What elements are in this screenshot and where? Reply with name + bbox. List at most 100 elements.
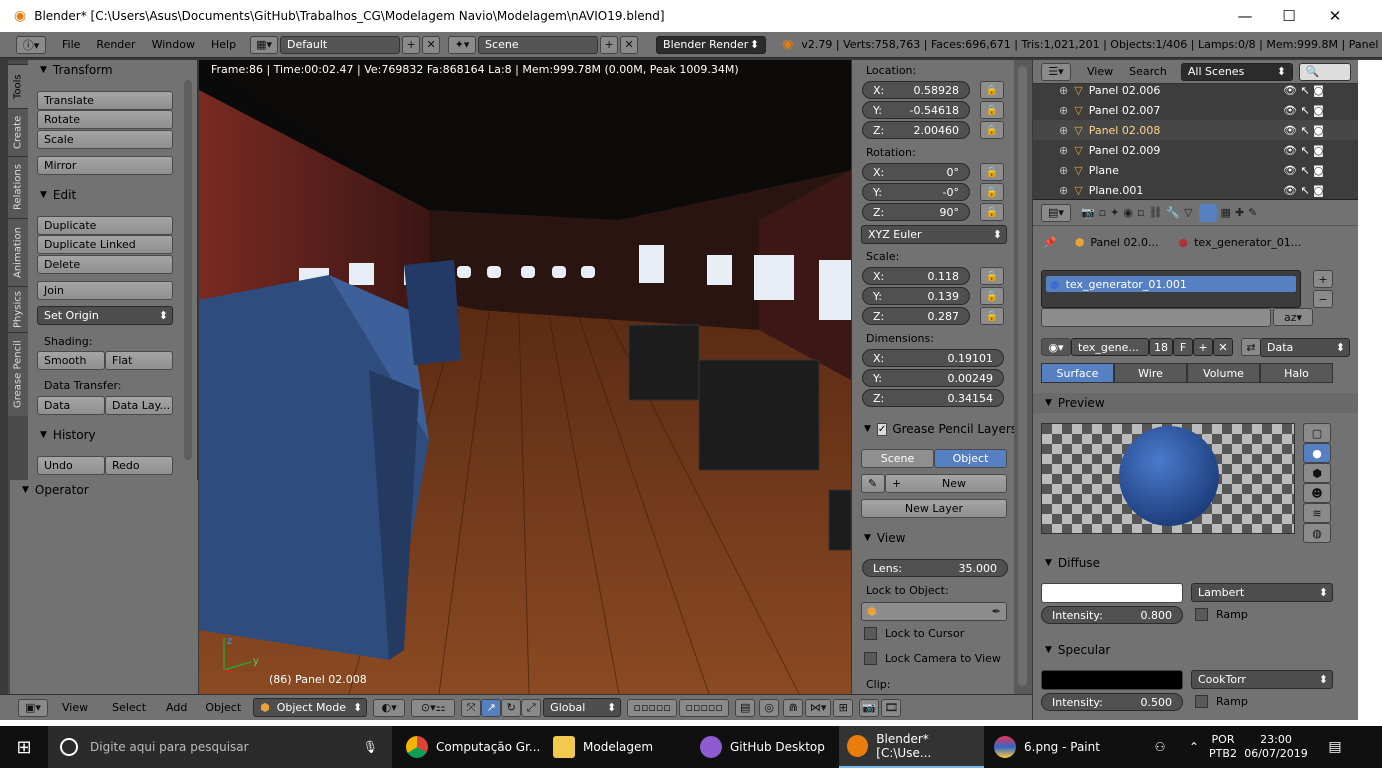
pin-icon[interactable]: 📌 (1043, 236, 1057, 249)
3d-viewport[interactable]: Frame:86 | Time:00:02.47 | Ve:769832 Fa:… (199, 60, 851, 694)
pivot-point-icon[interactable]: ⊙▾⚏ (411, 698, 456, 717)
menu-help[interactable]: Help (203, 38, 244, 51)
tab-tools[interactable]: Tools (8, 64, 28, 108)
delete-button[interactable]: Delete (37, 255, 173, 274)
lock-rotation-x-icon[interactable]: 🔒 (980, 163, 1004, 181)
more-context-icons[interactable]: ▦✚✎ (1221, 206, 1262, 219)
add-slot-icon[interactable]: + (1313, 270, 1333, 288)
outliner-search-input[interactable]: 🔍 (1298, 62, 1351, 81)
notifications-icon[interactable]: ▤ (1320, 726, 1350, 768)
lock-scale-z-icon[interactable]: 🔒 (980, 307, 1004, 325)
taskbar-app-blender[interactable]: Blender* [C:\Use... (839, 726, 984, 768)
dimensions-z-field[interactable]: Z: 0.34154 (862, 389, 1004, 407)
preview-panel-header[interactable]: ▼ Preview (1033, 393, 1358, 413)
specular-color-swatch[interactable] (1041, 670, 1183, 690)
snap-target-icon[interactable]: ⊞ (833, 698, 854, 717)
material-users-count[interactable]: 18 (1149, 338, 1173, 356)
outliner-search-menu[interactable]: Search (1129, 65, 1167, 78)
viewport-select-menu[interactable]: Select (112, 701, 146, 714)
taskbar-search-box[interactable]: Digite aqui para pesquisar 🎙 (48, 726, 392, 768)
diffuse-intensity-field[interactable]: Intensity: 0.800 (1041, 606, 1183, 624)
proportional-edit-icon[interactable]: ◎ (759, 698, 780, 717)
fake-user-toggle[interactable]: F (1173, 338, 1193, 356)
opengl-animation-icon[interactable]: 🎞 (881, 698, 902, 717)
undo-button[interactable]: Undo (37, 456, 105, 475)
viewport-shading-icon[interactable]: ◐▾ (373, 698, 406, 717)
transform-panel-header[interactable]: ▼ Transform (28, 60, 198, 80)
preview-sphere-icon[interactable]: ● (1303, 443, 1331, 463)
tab-animation[interactable]: Animation (8, 218, 28, 286)
gp-object-tab[interactable]: Object (934, 449, 1007, 468)
preview-plane-icon[interactable]: ▢ (1303, 423, 1331, 443)
dimensions-x-field[interactable]: X: 0.19101 (862, 349, 1004, 367)
render-engine-select[interactable]: Blender Render ⬍ (656, 35, 767, 54)
orientation-dropdown[interactable]: Global ⬍ (543, 698, 622, 717)
viewport-editor-icon[interactable]: ▣▾ (18, 698, 48, 717)
data-transfer-button[interactable]: Data (37, 396, 105, 415)
translate-button[interactable]: Translate (37, 91, 173, 110)
rotation-mode-dropdown[interactable]: XYZ Euler ⬍ (861, 225, 1007, 244)
lock-location-z-icon[interactable]: 🔒 (980, 121, 1004, 139)
taskbar-app-chrome[interactable]: Computação Gr... (398, 726, 543, 768)
unlink-material-icon[interactable]: ✕ (1213, 338, 1233, 356)
scene-field[interactable]: Scene (478, 35, 599, 54)
location-z-field[interactable]: Z: 2.00460 (862, 121, 970, 139)
lock-scale-x-icon[interactable]: 🔒 (980, 267, 1004, 285)
specular-intensity-field[interactable]: Intensity: 0.500 (1041, 693, 1183, 711)
diffuse-ramp-checkbox[interactable] (1195, 608, 1208, 621)
slot-filter-input[interactable] (1041, 308, 1271, 327)
scale-z-field[interactable]: Z: 0.287 (862, 307, 970, 325)
lock-object-field[interactable]: ⬢ ✒ (861, 602, 1007, 621)
data-layers-button[interactable]: Data Lay... (105, 396, 173, 415)
remove-scene-icon[interactable]: ✕ (620, 35, 639, 54)
lock-location-x-icon[interactable]: 🔒 (980, 81, 1004, 99)
preview-world-icon[interactable]: ◍ (1303, 523, 1331, 543)
tab-relations[interactable]: Relations (8, 156, 28, 218)
microphone-icon[interactable]: 🎙 (363, 740, 378, 754)
tab-halo[interactable]: Halo (1260, 363, 1333, 383)
properties-editor-icon[interactable]: ▤▾ (1041, 203, 1071, 222)
translate-manipulator-icon[interactable]: ↗ (481, 698, 502, 717)
lock-rotation-y-icon[interactable]: 🔒 (980, 183, 1004, 201)
lock-scale-y-icon[interactable]: 🔒 (980, 287, 1004, 305)
input-language[interactable]: POR PTB2 (1206, 726, 1240, 768)
rotation-x-field[interactable]: X: 0° (862, 163, 970, 181)
lock-location-y-icon[interactable]: 🔒 (980, 101, 1004, 119)
n-panel-scrollbar[interactable] (1014, 60, 1032, 694)
layers-group-2-icon[interactable]: ▫▫▫▫▫ (679, 698, 730, 717)
rotate-button[interactable]: Rotate (37, 110, 173, 129)
specular-panel-header[interactable]: ▼ Specular (1033, 640, 1358, 660)
taskbar-app-github[interactable]: GitHub Desktop (692, 726, 837, 768)
diffuse-color-swatch[interactable] (1041, 583, 1183, 603)
viewport-view-menu[interactable]: View (62, 701, 88, 714)
location-x-field[interactable]: X: 0.58928 (862, 81, 970, 99)
viewport-object-menu[interactable]: Object (205, 701, 241, 714)
outliner-view-menu[interactable]: View (1087, 65, 1113, 78)
outliner-editor-icon[interactable]: ☰▾ (1041, 62, 1071, 81)
smooth-button[interactable]: Smooth (37, 351, 105, 370)
set-origin-dropdown[interactable]: Set Origin ⬍ (37, 306, 173, 325)
menu-render[interactable]: Render (88, 38, 143, 51)
properties-context-icons[interactable]: 📷▫✦◉▫⛓🔧▽ (1081, 206, 1197, 219)
gp-scene-tab[interactable]: Scene (861, 449, 934, 468)
screen-layout-icon[interactable]: ▦▾ (250, 35, 279, 54)
material-browse-icon[interactable]: ◉▾ (1041, 338, 1071, 356)
tab-grease-pencil[interactable]: Grease Pencil (8, 332, 28, 416)
lock-rotation-z-icon[interactable]: 🔒 (980, 203, 1004, 221)
snap-element-icon[interactable]: ⋈▾ (805, 698, 832, 717)
specular-shader-dropdown[interactable]: CookTorr ⬍ (1191, 670, 1333, 689)
flat-button[interactable]: Flat (105, 351, 173, 370)
join-button[interactable]: Join (37, 281, 173, 300)
manipulator-toggle-icon[interactable]: ⤧ (461, 698, 482, 717)
scale-x-field[interactable]: X: 0.118 (862, 267, 970, 285)
grease-pencil-panel-header[interactable]: ▼ ✓ Grease Pencil Layers (852, 418, 1017, 440)
material-slot-selected[interactable]: ● tex_generator_01.001 (1046, 276, 1296, 292)
material-slot-list[interactable]: ● tex_generator_01.001 (1041, 270, 1301, 308)
remove-slot-icon[interactable]: − (1313, 290, 1333, 308)
remove-screen-icon[interactable]: ✕ (422, 35, 441, 54)
scale-button[interactable]: Scale (37, 130, 173, 149)
rotation-z-field[interactable]: Z: 90° (862, 203, 970, 221)
duplicate-button[interactable]: Duplicate (37, 216, 173, 235)
screen-layout-field[interactable]: Default (280, 35, 401, 54)
lock-camera-row[interactable]: Lock Camera to View (864, 652, 1001, 665)
